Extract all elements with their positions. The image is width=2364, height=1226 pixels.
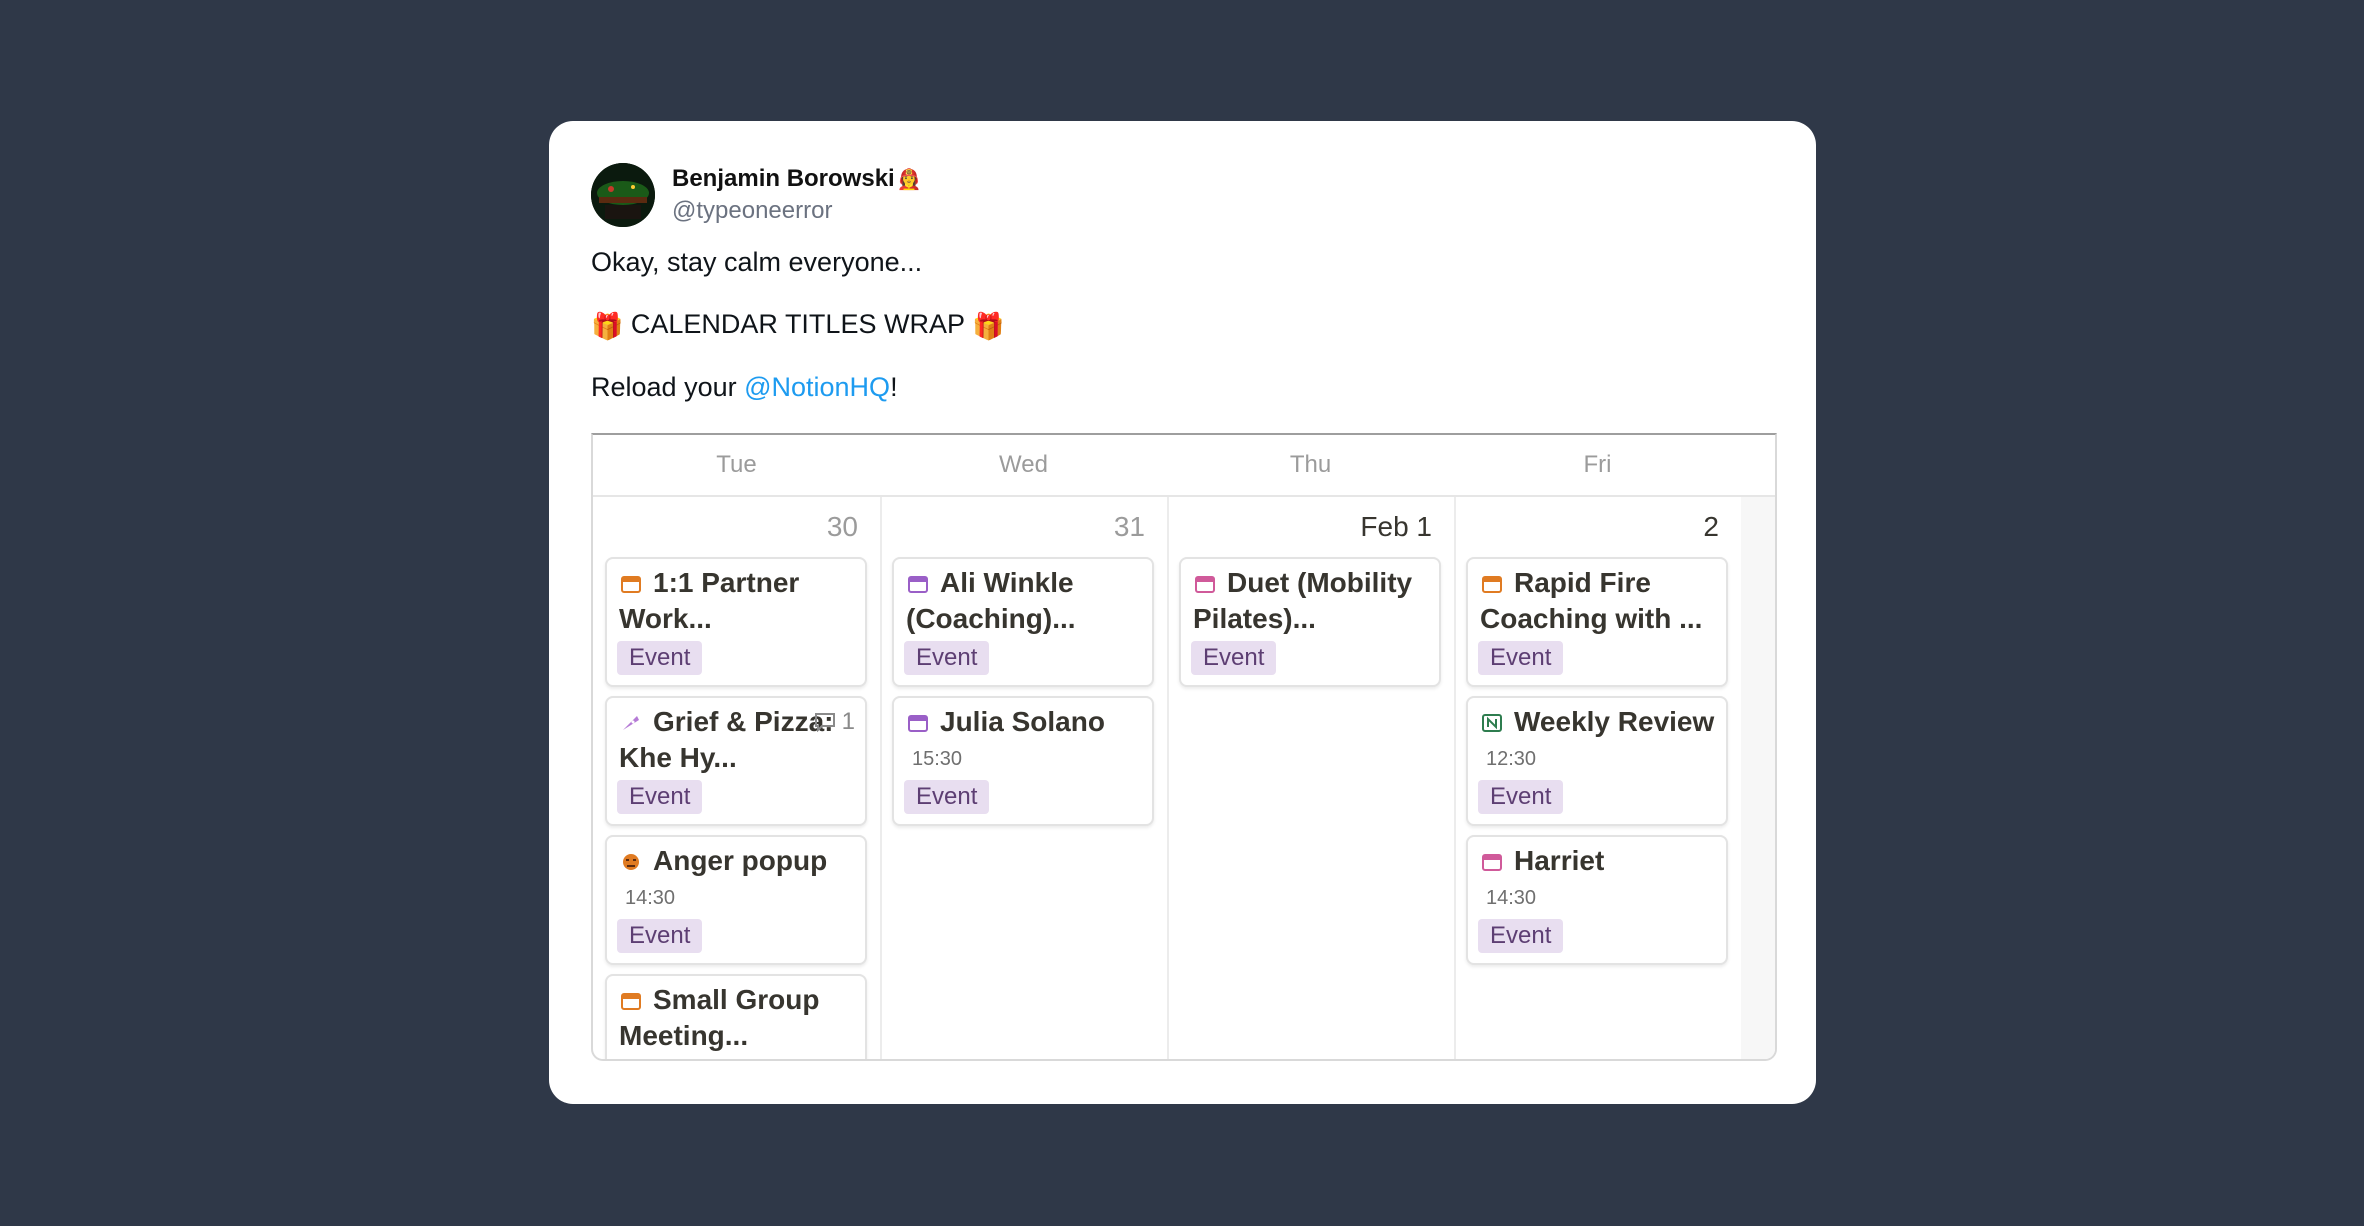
day-column-tue[interactable]: 30 1:1 Partner Work... Event Grief & Piz… xyxy=(593,497,882,1059)
event-tag: Event xyxy=(904,641,990,675)
tweet-card: Benjamin Borowski 👩‍🚒 @typeoneerror Okay… xyxy=(549,121,1816,1104)
event-card[interactable]: Julia Solano 15:30 Event xyxy=(892,696,1154,826)
day-header-thu: Thu xyxy=(1289,451,1332,478)
event-title: Anger popup xyxy=(653,845,828,876)
event-time: 15:30 xyxy=(912,748,963,770)
event-tag: Event xyxy=(1478,780,1564,814)
calendar-screenshot: Tue Wed Thu Fri 30 1:1 Partner Work... E… xyxy=(591,433,1777,1061)
day-header-fri: Fri xyxy=(1583,451,1612,478)
day-headers: Tue Wed Thu Fri xyxy=(593,435,1775,497)
event-title: Ali Winkle (Coaching)... xyxy=(906,567,1076,634)
event-tag: Event xyxy=(1478,919,1564,953)
event-tag: Event xyxy=(617,919,703,953)
event-card[interactable]: Ali Winkle (Coaching)... Event xyxy=(892,557,1154,687)
author-block: Benjamin Borowski 👩‍🚒 @typeoneerror xyxy=(672,163,922,227)
event-title: Harriet xyxy=(1514,845,1605,876)
event-tag: Event xyxy=(904,780,990,814)
event-tag: Event xyxy=(1478,641,1564,675)
firefighter-emoji-icon: 👩‍🚒 xyxy=(896,168,922,191)
event-title: Weekly Review xyxy=(1514,706,1715,737)
event-time: 14:30 xyxy=(1486,887,1537,909)
day-header-tue: Tue xyxy=(716,451,757,478)
event-card[interactable]: Grief & Pizza: Khe Hy... 1 Event xyxy=(605,696,867,826)
next-day-column-edge xyxy=(1741,497,1775,1059)
date-label: 2 xyxy=(1703,511,1719,542)
event-card[interactable]: Anger popup 14:30 Event xyxy=(605,835,867,965)
day-header-wed: Wed xyxy=(999,451,1048,478)
author-name[interactable]: Benjamin Borowski 👩‍🚒 xyxy=(672,163,922,195)
day-column-fri[interactable]: 2 Rapid Fire Coaching with ... Event Wee… xyxy=(1454,497,1743,1059)
event-time: 14:30 xyxy=(625,887,676,909)
event-title: Julia Solano xyxy=(940,706,1105,737)
tweet-text-line-1: Okay, stay calm everyone... xyxy=(591,247,923,277)
event-card[interactable]: Small Group Meeting... xyxy=(605,974,867,1059)
event-card[interactable]: Weekly Review 12:30 Event xyxy=(1466,696,1728,826)
event-title: Small Group Meeting... xyxy=(619,984,820,1051)
event-time: 12:30 xyxy=(1486,748,1537,770)
gift-icon: 🎁 xyxy=(591,311,624,341)
comment-icon xyxy=(814,713,835,732)
event-title: Rapid Fire Coaching with ... xyxy=(1480,567,1703,634)
event-tag: Event xyxy=(1191,641,1277,675)
avatar[interactable] xyxy=(591,163,655,227)
tweet-text-line-3: Reload your @NotionHQ! xyxy=(591,372,898,402)
event-card[interactable]: 1:1 Partner Work... Event xyxy=(605,557,867,687)
date-label: Feb 1 xyxy=(1360,511,1432,542)
event-title: 1:1 Partner Work... xyxy=(619,567,800,634)
event-title: Duet (Mobility Pilates)... xyxy=(1193,567,1413,634)
event-card[interactable]: Harriet 14:30 Event xyxy=(1466,835,1728,965)
date-label: 31 xyxy=(1113,511,1145,542)
author-handle[interactable]: @typeoneerror xyxy=(672,195,922,227)
gift-icon: 🎁 xyxy=(972,311,1005,341)
event-tag: Event xyxy=(617,641,703,675)
event-tag: Event xyxy=(617,780,703,814)
mention-link[interactable]: @NotionHQ xyxy=(744,372,890,402)
tweet-text-line-2: 🎁 CALENDAR TITLES WRAP 🎁 xyxy=(591,309,1004,342)
event-card[interactable]: Duet (Mobility Pilates)... Event xyxy=(1179,557,1441,687)
comment-count[interactable]: 1 xyxy=(814,708,855,736)
calendar-titles-wrap-text: CALENDAR TITLES WRAP xyxy=(630,309,965,339)
day-column-wed[interactable]: 31 Ali Winkle (Coaching)... Event Julia … xyxy=(880,497,1169,1059)
day-column-thu[interactable]: Feb 1 Duet (Mobility Pilates)... Event xyxy=(1167,497,1456,1059)
date-label: 30 xyxy=(826,511,858,542)
event-card[interactable]: Rapid Fire Coaching with ... Event xyxy=(1466,557,1728,687)
